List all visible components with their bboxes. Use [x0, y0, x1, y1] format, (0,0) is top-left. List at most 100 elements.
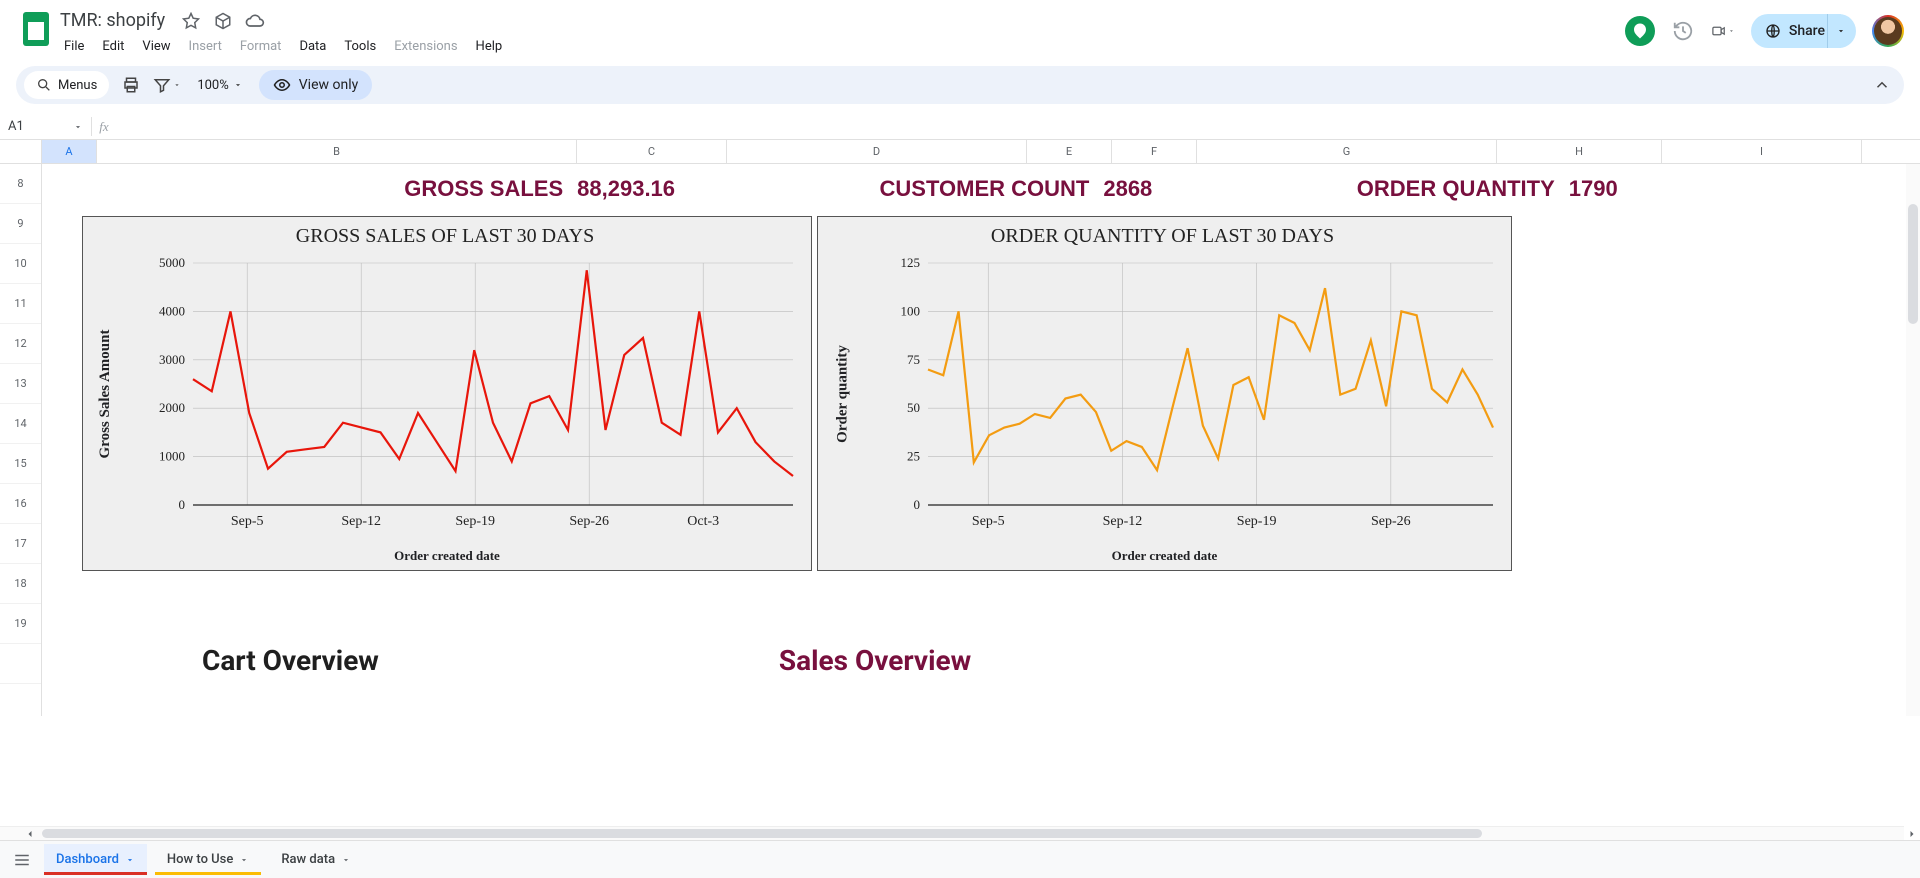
svg-text:0: 0 — [179, 497, 186, 512]
row-header-9[interactable]: 9 — [0, 204, 41, 244]
row-header-14[interactable]: 14 — [0, 404, 41, 444]
chart2-title: ORDER QUANTITY OF LAST 30 DAYS — [826, 225, 1499, 248]
meet-icon[interactable] — [1711, 19, 1735, 43]
all-sheets-icon[interactable] — [8, 846, 36, 874]
svg-text:Sep-19: Sep-19 — [455, 514, 495, 529]
horizontal-scrollbar[interactable] — [0, 826, 1904, 840]
formula-bar: A1 fx — [0, 114, 1920, 140]
row-header-19[interactable]: 19 — [0, 604, 41, 644]
svg-text:Sep-5: Sep-5 — [231, 514, 264, 529]
row-header-16[interactable]: 16 — [0, 484, 41, 524]
svg-text:75: 75 — [907, 352, 920, 367]
kpi-customer-count-value: 2868 — [1103, 176, 1152, 202]
tab-howto-label: How to Use — [167, 852, 233, 867]
cart-overview-title: Cart Overview — [202, 644, 379, 677]
svg-text:50: 50 — [907, 400, 920, 415]
row-header-10[interactable]: 10 — [0, 244, 41, 284]
row-header-11[interactable]: 11 — [0, 284, 41, 324]
filter-icon[interactable] — [153, 71, 181, 99]
row-header-17[interactable]: 17 — [0, 524, 41, 564]
vertical-scrollbar[interactable] — [1906, 164, 1920, 716]
col-header-F[interactable]: F — [1112, 140, 1197, 163]
account-avatar[interactable] — [1872, 15, 1904, 47]
svg-text:1000: 1000 — [159, 449, 185, 464]
svg-text:4000: 4000 — [159, 303, 185, 318]
svg-text:Sep-12: Sep-12 — [341, 514, 381, 529]
row-header-15[interactable]: 15 — [0, 444, 41, 484]
col-header-E[interactable]: E — [1027, 140, 1112, 163]
tab-raw-label: Raw data — [281, 852, 335, 867]
doc-title[interactable]: TMR: shopify — [56, 8, 169, 33]
row-header-18[interactable]: 18 — [0, 564, 41, 604]
sheet-tabs-bar: Dashboard How to Use Raw data — [0, 840, 1920, 878]
col-header-H[interactable]: H — [1497, 140, 1662, 163]
menus-search[interactable]: Menus — [24, 71, 109, 99]
history-icon[interactable] — [1671, 19, 1695, 43]
print-icon[interactable] — [117, 71, 145, 99]
col-header-C[interactable]: C — [577, 140, 727, 163]
kpi-gross-sales-label: GROSS SALES — [404, 176, 563, 202]
menu-file[interactable]: File — [56, 35, 92, 58]
menu-help[interactable]: Help — [468, 35, 511, 58]
kpi-order-qty-label: ORDER QUANTITY — [1357, 176, 1555, 202]
menu-extensions: Extensions — [386, 35, 465, 58]
col-header-A[interactable]: A — [42, 140, 97, 163]
sales-overview-title: Sales Overview — [779, 644, 971, 677]
sheets-logo[interactable] — [16, 8, 56, 46]
chart1-xlabel: Order created date — [83, 548, 811, 564]
svg-text:Sep-19: Sep-19 — [1237, 514, 1277, 529]
svg-text:Sep-26: Sep-26 — [569, 514, 609, 529]
menu-data[interactable]: Data — [291, 35, 334, 58]
svg-text:Sep-5: Sep-5 — [972, 514, 1005, 529]
svg-text:Sep-26: Sep-26 — [1371, 514, 1411, 529]
move-icon[interactable] — [213, 11, 233, 31]
tab-howto[interactable]: How to Use — [155, 844, 261, 875]
menu-insert: Insert — [181, 35, 230, 58]
menu-edit[interactable]: Edit — [94, 35, 132, 58]
tab-dashboard[interactable]: Dashboard — [44, 844, 147, 875]
col-header-B[interactable]: B — [97, 140, 577, 163]
col-header-I[interactable]: I — [1662, 140, 1862, 163]
chart-order-qty[interactable]: ORDER QUANTITY OF LAST 30 DAYS Order qua… — [817, 216, 1512, 571]
menu-bar: File Edit View Insert Format Data Tools … — [56, 35, 1625, 58]
tab-raw[interactable]: Raw data — [269, 844, 363, 875]
collapse-toolbar-icon[interactable] — [1868, 71, 1896, 99]
star-icon[interactable] — [181, 11, 201, 31]
row-header-[interactable] — [0, 644, 41, 684]
app-header: TMR: shopify File Edit View Insert Forma… — [0, 0, 1920, 58]
menu-view[interactable]: View — [134, 35, 178, 58]
row-header-13[interactable]: 13 — [0, 364, 41, 404]
zoom-value: 100% — [197, 78, 228, 93]
anonymous-user-icon[interactable] — [1625, 16, 1655, 46]
share-dropdown[interactable] — [1827, 14, 1856, 48]
chart1-title: GROSS SALES OF LAST 30 DAYS — [91, 225, 799, 248]
sheet-body[interactable]: GROSS SALES 88,293.16 CUSTOMER COUNT 286… — [42, 164, 1920, 716]
zoom-select[interactable]: 100% — [189, 74, 250, 97]
chart2-ylabel: Order quantity — [834, 345, 851, 443]
menu-tools[interactable]: Tools — [336, 35, 384, 58]
row-header-8[interactable]: 8 — [0, 164, 41, 204]
kpi-order-qty-value: 1790 — [1569, 176, 1618, 202]
chart-gross-sales[interactable]: GROSS SALES OF LAST 30 DAYS Gross Sales … — [82, 216, 812, 571]
row-header-12[interactable]: 12 — [0, 324, 41, 364]
menus-label: Menus — [58, 78, 97, 93]
toolbar: Menus 100% View only — [16, 66, 1904, 104]
col-header-G[interactable]: G — [1197, 140, 1497, 163]
section-titles: Cart Overview Sales Overview — [42, 644, 1920, 677]
chart1-ylabel: Gross Sales Amount — [97, 329, 114, 458]
svg-text:5000: 5000 — [159, 255, 185, 270]
cloud-icon[interactable] — [245, 11, 265, 31]
view-only-chip[interactable]: View only — [259, 70, 372, 100]
col-header-D[interactable]: D — [727, 140, 1027, 163]
row-headers: 8910111213141516171819 — [0, 164, 42, 716]
select-all-cell[interactable] — [0, 140, 42, 164]
svg-text:25: 25 — [907, 449, 920, 464]
column-headers: ABCDEFGHI — [42, 140, 1920, 164]
chart1-plot: 010002000300040005000Sep-5Sep-12Sep-19Se… — [123, 253, 803, 553]
view-only-label: View only — [299, 77, 358, 93]
chart2-xlabel: Order created date — [818, 548, 1511, 564]
kpi-customer-count-label: CUSTOMER COUNT — [880, 176, 1090, 202]
name-box[interactable]: A1 — [0, 117, 92, 136]
svg-text:125: 125 — [901, 255, 921, 270]
share-label: Share — [1789, 23, 1825, 39]
